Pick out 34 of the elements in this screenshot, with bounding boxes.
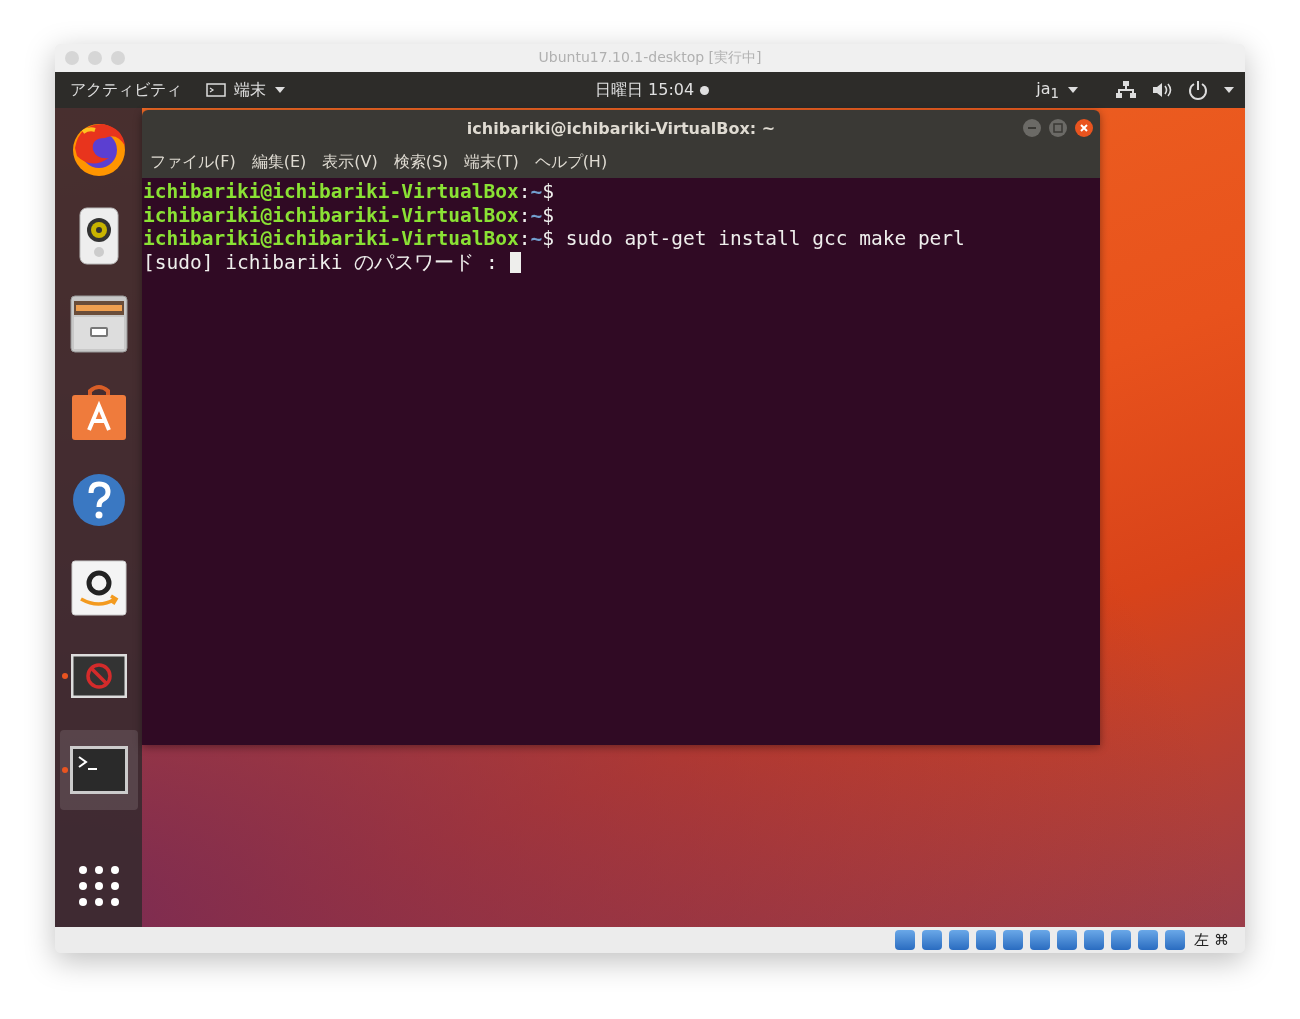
menu-item[interactable]: 編集(E) [251, 151, 307, 173]
shopping-bag-icon[interactable] [70, 383, 127, 441]
output-line: [sudo] ichibariki のパスワード : [143, 250, 499, 274]
host-key-label: 左 ⌘ [1194, 930, 1229, 950]
maximize-icon[interactable] [1048, 118, 1068, 138]
file-cabinet-icon[interactable] [69, 295, 128, 353]
terminal-icon [206, 82, 226, 98]
menu-item[interactable]: 端末(T) [464, 151, 519, 173]
prompt-line: ichibariki@ichibariki-VirtualBox:~$ [143, 180, 554, 204]
menu-item[interactable]: 表示(V) [322, 151, 378, 173]
clock[interactable]: 日曜日 15:04 [595, 79, 695, 101]
terminal-title: ichibariki@ichibariki-VirtualBox: ~ [466, 118, 776, 138]
shopping-smile-icon[interactable] [70, 560, 127, 616]
minimize-icon[interactable] [1022, 118, 1042, 138]
help-icon[interactable] [71, 473, 126, 527]
notification-dot-icon [700, 85, 710, 95]
terminal-icon[interactable] [69, 746, 128, 794]
app-menu[interactable]: 端末 [206, 79, 286, 101]
menu-item[interactable]: 検索(S) [393, 151, 449, 173]
prompt-line: ichibariki@ichibariki-VirtualBox:~$ [143, 203, 554, 227]
app-grid-icon[interactable] [77, 865, 120, 907]
caret-icon [274, 86, 286, 94]
menu-item[interactable]: ヘルプ(H) [534, 151, 608, 173]
menu-item[interactable]: ファイル(F) [150, 151, 236, 173]
close-icon[interactable] [1074, 118, 1094, 138]
activities-button[interactable]: アクティビティ [70, 79, 182, 101]
caret-icon[interactable] [1223, 86, 1235, 94]
input-method-menu[interactable]: ja$_{1}$ [1036, 78, 1079, 102]
prompt-line: ichibariki@ichibariki-VirtualBox:~$ sudo apt-get install gcc make perl [143, 227, 965, 251]
caret-icon [1067, 86, 1079, 94]
window-title: Ubuntu17.10.1-desktop [実行中] [538, 49, 762, 67]
blocked-screen-icon[interactable] [70, 654, 127, 698]
power-icon[interactable] [1187, 79, 1209, 101]
volume-icon[interactable] [1151, 80, 1173, 100]
